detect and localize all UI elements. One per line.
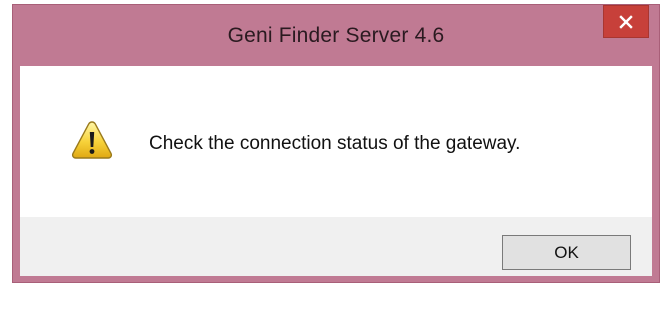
title-bar[interactable]: Geni Finder Server 4.6	[13, 5, 659, 66]
close-button[interactable]	[603, 5, 649, 38]
message-area: Check the connection status of the gatew…	[20, 66, 652, 217]
message-dialog: Geni Finder Server 4.6 Check the connect…	[12, 4, 660, 283]
warning-icon	[71, 121, 113, 159]
window-title: Geni Finder Server 4.6	[227, 24, 445, 47]
dialog-body: Check the connection status of the gatew…	[20, 66, 652, 276]
message-text: Check the connection status of the gatew…	[149, 133, 521, 154]
close-icon	[619, 14, 633, 29]
button-bar: OK	[20, 217, 652, 276]
ok-button[interactable]: OK	[502, 235, 631, 270]
